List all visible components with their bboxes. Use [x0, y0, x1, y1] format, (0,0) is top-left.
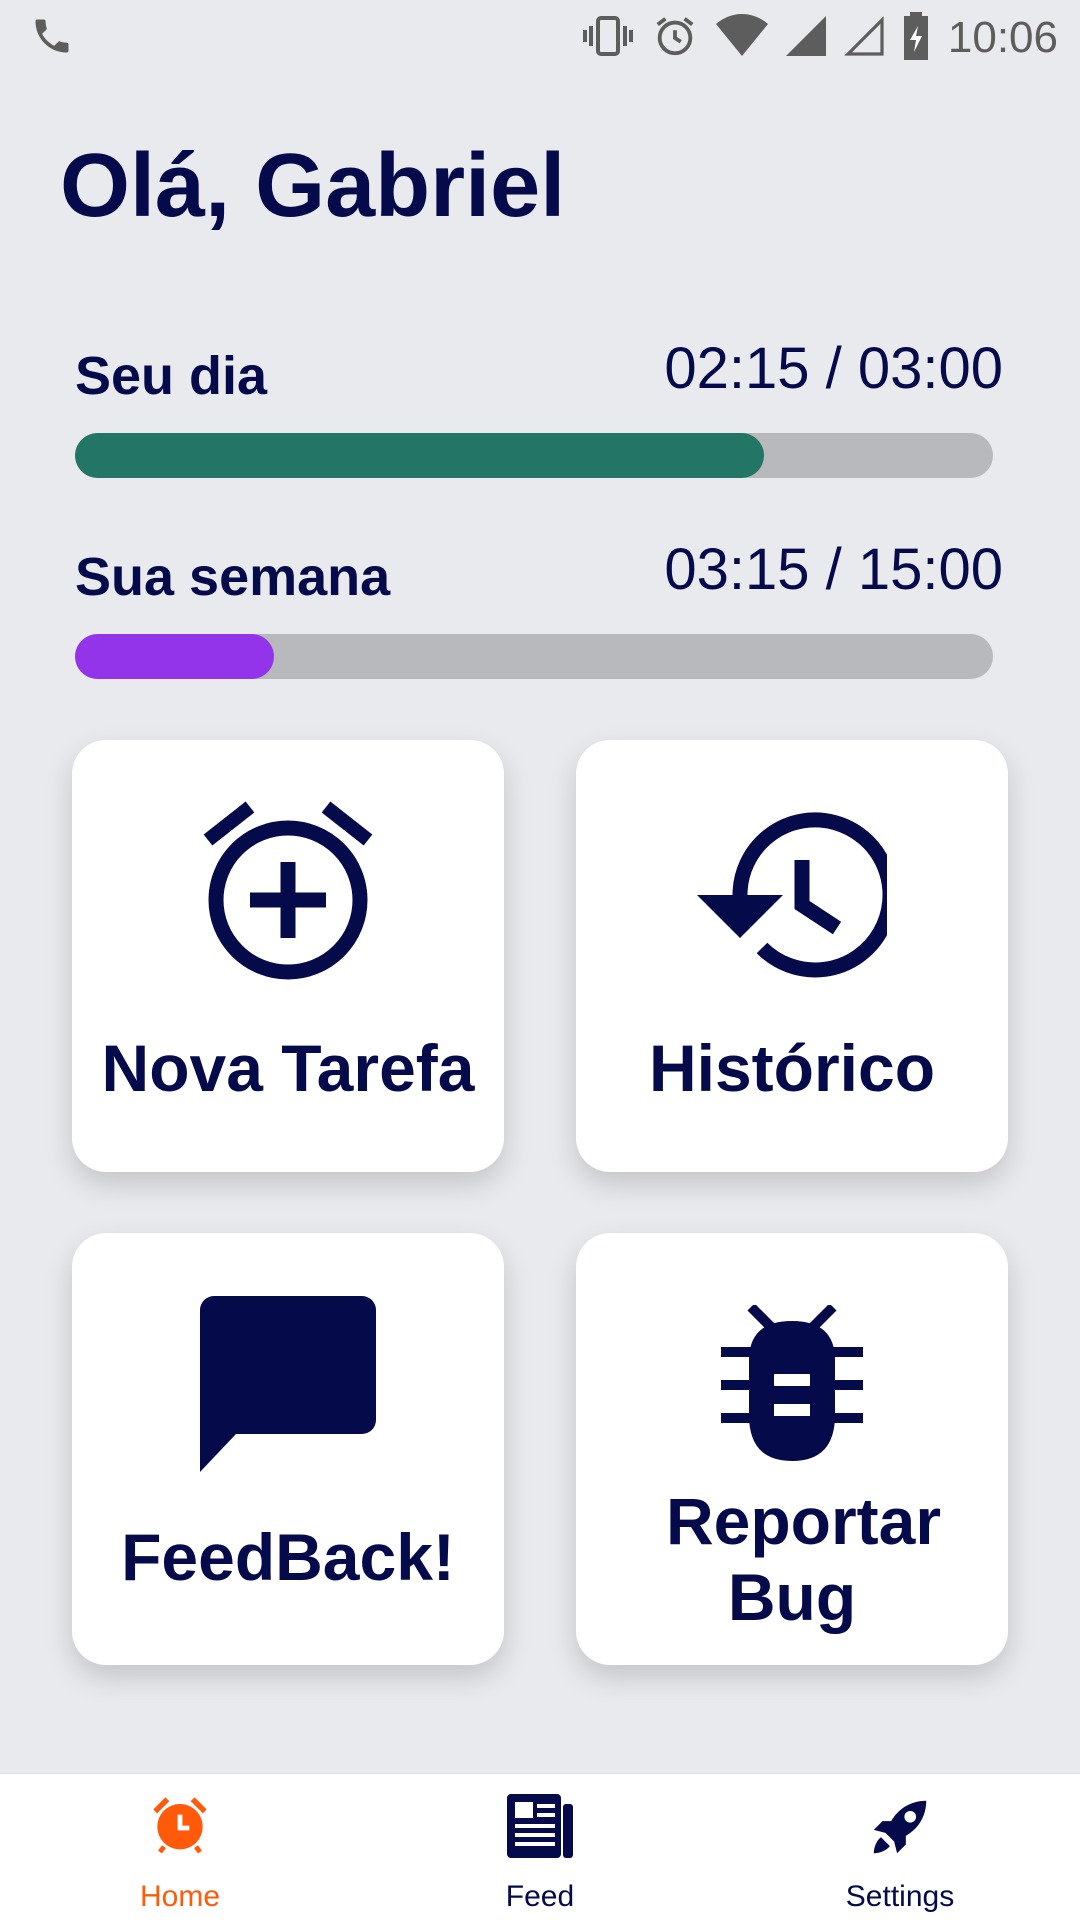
history-label: Histórico [648, 1031, 936, 1105]
greeting-title: Olá, Gabriel [60, 136, 566, 236]
newspaper-icon [360, 1792, 720, 1860]
chat-bubble-icon [72, 1296, 504, 1472]
nav-home[interactable]: Home [0, 1774, 360, 1921]
new-task-label: Nova Tarefa [101, 1031, 475, 1105]
week-progress-track [75, 634, 993, 679]
bug-icon [576, 1305, 1008, 1463]
feedback-button[interactable]: FeedBack! [72, 1233, 504, 1665]
alarm-add-icon [72, 800, 504, 980]
phone-icon [30, 14, 74, 63]
week-progress-fill [75, 634, 275, 679]
week-progress: Sua semana 03:15 / 15:00 [75, 537, 1003, 686]
day-progress-fill [75, 433, 764, 478]
nav-feed[interactable]: Feed [360, 1774, 720, 1921]
day-progress: Seu dia 02:15 / 03:00 [75, 336, 1003, 485]
history-icon [576, 810, 1008, 980]
feedback-label: FeedBack! [121, 1520, 455, 1594]
nav-settings-label: Settings [845, 1880, 955, 1913]
report-bug-label: Reportar Bug [666, 1484, 942, 1634]
day-progress-label: Seu dia [75, 346, 268, 406]
status-bar: 10:06 [0, 0, 1080, 75]
status-time: 10:06 [947, 13, 1058, 62]
battery-charging-icon [884, 11, 930, 65]
alarm-icon [634, 13, 698, 64]
nav-settings[interactable]: Settings [720, 1774, 1080, 1921]
new-task-button[interactable]: Nova Tarefa [72, 740, 504, 1172]
signal-empty-icon [826, 15, 884, 61]
history-button[interactable]: Histórico [576, 740, 1008, 1172]
day-progress-value: 02:15 / 03:00 [664, 336, 1003, 401]
week-progress-value: 03:15 / 15:00 [664, 537, 1003, 602]
signal-icon [768, 15, 826, 61]
wifi-icon [698, 13, 768, 63]
day-progress-track [75, 433, 993, 478]
nav-home-label: Home [139, 1880, 221, 1913]
report-bug-button[interactable]: Reportar Bug [576, 1233, 1008, 1665]
nav-feed-label: Feed [505, 1880, 575, 1913]
rocket-icon [720, 1792, 1080, 1862]
alarm-clock-icon [0, 1792, 360, 1856]
vibrate-icon [564, 12, 634, 65]
bottom-nav: Home Feed Settings [0, 1773, 1080, 1921]
week-progress-label: Sua semana [75, 547, 391, 607]
